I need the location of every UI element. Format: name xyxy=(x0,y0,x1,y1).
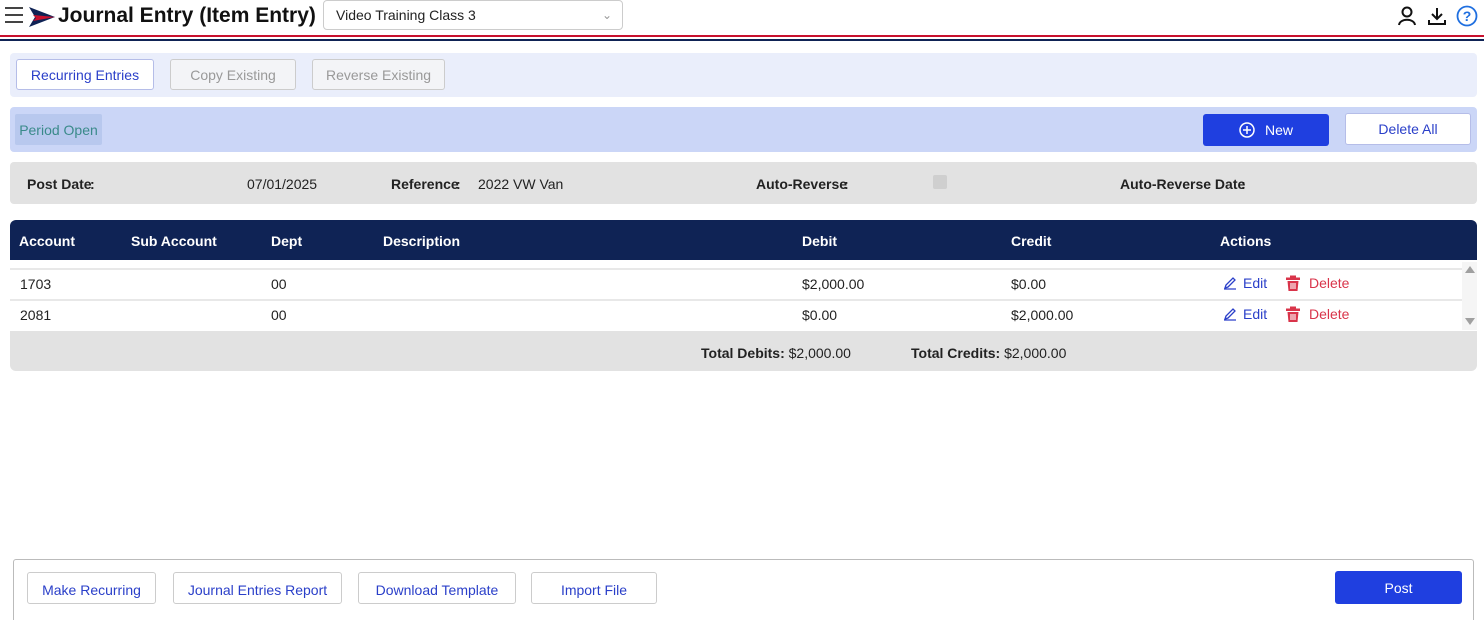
pencil-icon xyxy=(1223,277,1236,290)
total-debits-value: $2,000.00 xyxy=(788,345,851,361)
edit-row-button[interactable]: Edit xyxy=(1223,275,1267,291)
pencil-icon xyxy=(1223,308,1236,321)
column-header-description: Description xyxy=(383,233,461,249)
entry-info-bar: Post Date : 07/01/2025 Reference : 2022 … xyxy=(10,162,1477,204)
cell-account: 1703 xyxy=(20,276,52,292)
edit-row-button[interactable]: Edit xyxy=(1223,306,1267,322)
total-debits: Total Debits: $2,000.00 xyxy=(701,345,851,361)
column-header-dept: Dept xyxy=(271,233,303,249)
edit-label: Edit xyxy=(1243,306,1268,322)
user-icon[interactable] xyxy=(1396,5,1418,27)
auto-reverse-checkbox[interactable] xyxy=(933,175,947,189)
import-file-button[interactable]: Import File xyxy=(531,572,657,604)
auto-reverse-date-colon: : xyxy=(1241,176,1246,192)
delete-row-button[interactable]: Delete xyxy=(1285,275,1349,291)
scroll-up-icon[interactable] xyxy=(1465,266,1475,273)
entry-toolbar: Recurring Entries Copy Existing Reverse … xyxy=(10,53,1477,97)
make-recurring-button[interactable]: Make Recurring xyxy=(27,572,156,604)
auto-reverse-date-label: Auto-Reverse Date xyxy=(1120,176,1246,192)
company-select-value: Video Training Class 3 xyxy=(336,7,476,23)
post-date-colon: : xyxy=(90,176,95,192)
help-icon[interactable]: ? xyxy=(1456,5,1478,27)
post-button[interactable]: Post xyxy=(1335,571,1462,604)
column-header-actions: Actions xyxy=(1220,233,1272,249)
menu-icon[interactable] xyxy=(5,7,23,23)
trash-icon xyxy=(1286,275,1300,291)
column-header-debit: Debit xyxy=(802,233,837,249)
column-header-account: Account xyxy=(19,233,75,249)
total-debits-label: Total Debits: xyxy=(701,345,785,361)
totals-bar: Total Debits: $2,000.00 Total Credits: $… xyxy=(10,331,1477,371)
reference-colon: : xyxy=(456,176,461,192)
reference-label: Reference xyxy=(391,176,459,192)
period-status-badge: Period Open xyxy=(15,114,102,145)
cell-dept: 00 xyxy=(271,276,287,292)
scroll-down-icon[interactable] xyxy=(1465,318,1475,325)
period-bar: Period Open New Delete All xyxy=(10,107,1477,152)
table-scrollbar[interactable] xyxy=(1462,262,1477,330)
edit-label: Edit xyxy=(1243,275,1268,291)
total-credits-label: Total Credits: xyxy=(911,345,1001,361)
copy-existing-button[interactable]: Copy Existing xyxy=(170,59,296,90)
total-credits-value: $2,000.00 xyxy=(1004,345,1067,361)
new-button-label: New xyxy=(1264,122,1293,138)
download-icon[interactable] xyxy=(1426,5,1448,27)
download-template-button[interactable]: Download Template xyxy=(358,572,516,604)
table-row: 2081 00 $0.00 $2,000.00 Edit Delete xyxy=(10,299,1462,328)
auto-reverse-label: Auto-Reverse xyxy=(756,176,848,192)
cell-dept: 00 xyxy=(271,307,287,323)
recurring-entries-button[interactable]: Recurring Entries xyxy=(16,59,154,90)
app-header: Journal Entry (Item Entry) Video Trainin… xyxy=(0,0,1484,34)
delete-label: Delete xyxy=(1309,306,1350,322)
delete-label: Delete xyxy=(1309,275,1350,291)
cell-debit: $2,000.00 xyxy=(802,276,865,292)
chevron-down-icon: ⌄ xyxy=(601,8,612,22)
cell-credit: $0.00 xyxy=(1011,276,1047,292)
logo-icon xyxy=(29,7,55,27)
post-date-label: Post Date xyxy=(27,176,92,192)
delete-all-button[interactable]: Delete All xyxy=(1345,113,1471,145)
total-credits: Total Credits: $2,000.00 xyxy=(911,345,1066,361)
header-stripes xyxy=(0,35,1484,41)
delete-row-button[interactable]: Delete xyxy=(1285,306,1349,322)
journal-entries-report-button[interactable]: Journal Entries Report xyxy=(173,572,342,604)
page-title: Journal Entry (Item Entry) xyxy=(58,4,316,27)
table-row: 1703 00 $2,000.00 $0.00 Edit Delete xyxy=(10,268,1462,297)
post-date-value[interactable]: 07/01/2025 xyxy=(247,176,317,192)
cell-debit: $0.00 xyxy=(802,307,838,323)
cell-account: 2081 xyxy=(20,307,52,323)
reference-value[interactable]: 2022 VW Van xyxy=(478,176,563,192)
svg-text:?: ? xyxy=(1463,8,1472,24)
column-header-sub-account: Sub Account xyxy=(131,233,217,249)
column-header-credit: Credit xyxy=(1011,233,1052,249)
footer-actions: Make Recurring Journal Entries Report Do… xyxy=(13,559,1474,620)
company-select[interactable]: Video Training Class 3 ⌄ xyxy=(323,0,623,30)
reverse-existing-button[interactable]: Reverse Existing xyxy=(312,59,445,90)
trash-icon xyxy=(1286,306,1300,322)
new-button[interactable]: New xyxy=(1203,114,1329,146)
auto-reverse-colon: : xyxy=(844,176,849,192)
table-header: Account Sub Account Dept Description Deb… xyxy=(10,220,1477,260)
cell-credit: $2,000.00 xyxy=(1011,307,1074,323)
plus-circle-icon xyxy=(1239,122,1255,138)
